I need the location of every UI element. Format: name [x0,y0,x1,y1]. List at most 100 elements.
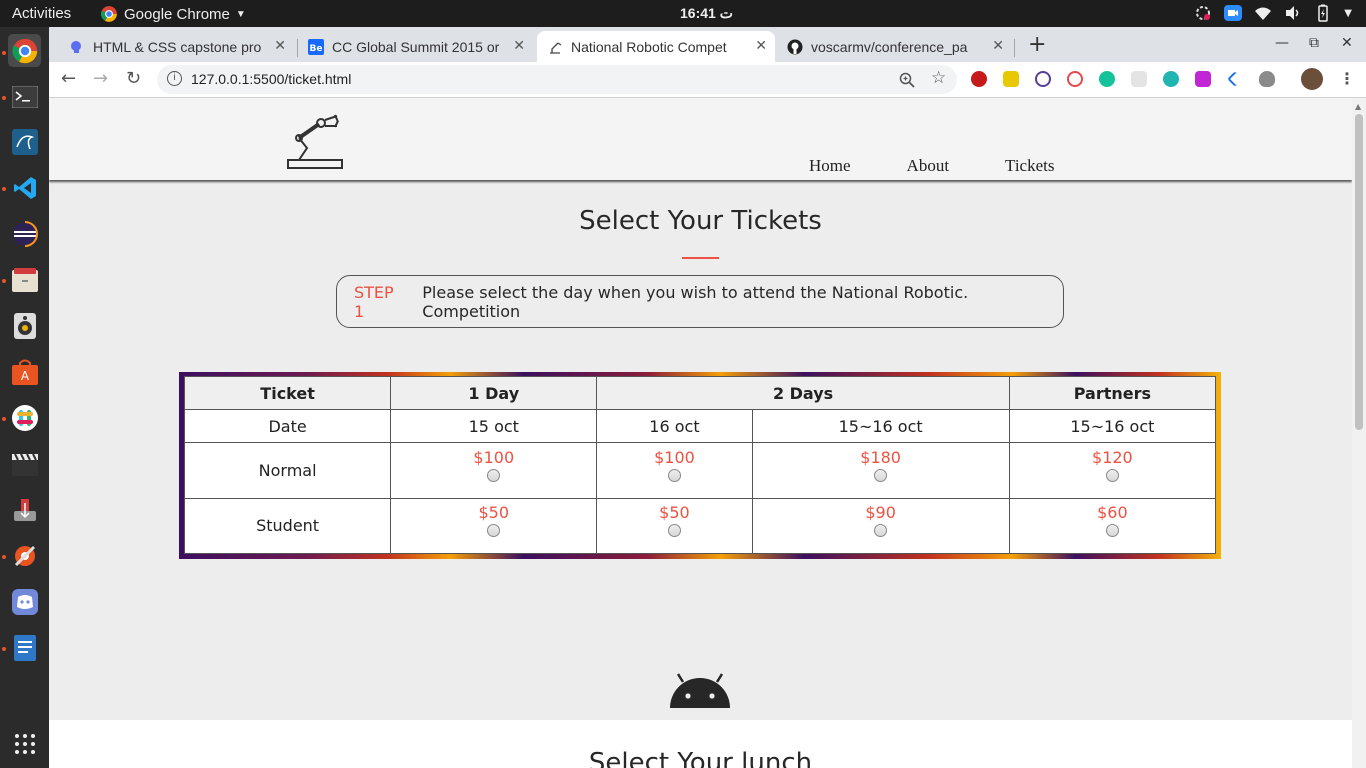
ticket-radio[interactable] [1105,524,1119,538]
activities-button[interactable]: Activities [12,5,71,22]
price-value: $50 [478,503,510,523]
dock-usb-creator[interactable] [8,493,41,526]
chrome-menu-icon[interactable]: ⋮ [1339,69,1355,88]
power-menu-chevron-icon[interactable]: ▼ [1344,8,1352,19]
bookmark-star-icon[interactable]: ☆ [931,68,946,88]
dock-software-center[interactable]: A [8,355,41,388]
extension-yellow-icon[interactable] [1003,71,1019,87]
browser-tab-active[interactable]: National Robotic Compet ✕ [537,31,775,62]
scrollbar-thumb[interactable] [1355,114,1363,430]
wifi-icon[interactable] [1254,4,1272,22]
extension-grid-icon[interactable] [1131,71,1147,87]
document-icon [13,634,36,661]
browser-tab[interactable]: voscarmv/conference_pa ✕ [777,31,1012,62]
nav-tickets-link[interactable]: Tickets [1005,156,1054,176]
app-menu[interactable]: Google Chrome ▼ [100,5,246,23]
zoom-icon[interactable] [899,72,915,88]
adblock-icon[interactable] [971,71,987,87]
extension-red-ring-icon[interactable] [1067,71,1083,87]
price-cell[interactable]: $100 [596,442,753,499]
zoom-tray-icon[interactable] [1224,4,1243,22]
dock-text-editor[interactable] [8,631,41,664]
browser-tab[interactable]: Be CC Global Summit 2015 or ✕ [298,31,533,62]
robot-arm-logo-icon[interactable] [285,112,345,172]
price-cell[interactable]: $90 [751,497,1010,555]
price-cell[interactable]: $60 [1008,497,1217,555]
usb-installer-icon [13,498,36,521]
extension-purple-icon[interactable] [1195,71,1211,87]
ticket-radio[interactable] [667,469,681,483]
nav-about-link[interactable]: About [907,156,950,176]
site-info-icon[interactable]: i [167,71,182,86]
dock-chrome[interactable] [8,34,41,67]
forward-arrow-icon[interactable]: → [93,68,108,89]
price-cell[interactable]: $50 [596,497,753,555]
minimize-button[interactable]: — [1275,35,1289,51]
table-row: Student $50 $50 $90 $60 [183,497,1217,555]
tools-icon [14,545,35,566]
profile-avatar[interactable] [1301,68,1323,90]
ticket-radio[interactable] [487,524,501,538]
back-arrow-icon[interactable]: ← [61,68,76,89]
ticket-radio[interactable] [1105,469,1119,483]
tab-separator [1014,39,1015,57]
close-tab-icon[interactable]: ✕ [992,37,1004,54]
dock-slack[interactable] [8,401,41,434]
price-cell[interactable]: $180 [751,442,1010,499]
dock-vscode[interactable] [8,171,41,204]
scroll-up-arrow-icon[interactable]: ▲ [1355,102,1361,111]
table-cell: 15~16 oct [751,409,1010,444]
restore-button[interactable]: ⧉ [1309,35,1319,51]
chrome-icon [11,38,37,63]
grammarly-icon[interactable] [1099,71,1115,87]
price-cell[interactable]: $120 [1008,442,1217,499]
title-underline [682,257,719,259]
ticket-radio[interactable] [667,524,681,538]
clock[interactable]: 16:41 ت [680,5,733,22]
close-tab-icon[interactable]: ✕ [513,37,525,54]
tab-title: CC Global Summit 2015 or [332,38,500,55]
table-row: Normal $100 $100 $180 $120 [183,442,1217,499]
browser-tab[interactable]: HTML & CSS capstone pro ✕ [59,31,294,62]
ticket-radio[interactable] [874,469,888,483]
close-tab-icon[interactable]: ✕ [274,37,286,54]
table-cell: 16 oct [596,409,753,444]
tab-title: voscarmv/conference_pa [811,38,968,55]
block-extension-icon[interactable] [1035,71,1051,87]
dock-rhythmbox[interactable] [8,309,41,342]
ticket-radio[interactable] [487,469,501,483]
nav-home-link[interactable]: Home [809,156,851,176]
price-cell[interactable]: $50 [390,497,598,555]
bug-icon[interactable] [1259,71,1275,87]
extension-teal-icon[interactable] [1163,71,1179,87]
system-tray[interactable]: ▼ [1194,4,1352,22]
dock-terminal[interactable] [8,80,41,113]
price-value: $120 [1092,448,1133,468]
page-scrollbar[interactable]: ▲ [1352,98,1366,768]
dock-video-editor[interactable] [8,447,41,480]
mysql-workbench-icon [11,128,38,155]
close-tab-icon[interactable]: ✕ [755,37,767,54]
show-applications-button[interactable] [8,727,41,760]
main-navigation: Home About Tickets [809,156,1055,176]
volume-icon[interactable] [1284,4,1302,22]
dock-settings-tool[interactable] [8,539,41,572]
running-indicator [2,279,6,283]
reload-icon[interactable]: ↻ [126,68,141,89]
new-tab-button[interactable]: + [1028,32,1046,57]
extension-arrow-icon[interactable] [1227,71,1243,87]
row-label: Normal [183,442,392,499]
dock-eclipse[interactable] [8,217,41,250]
battery-icon[interactable] [1314,4,1332,22]
address-bar[interactable]: i 127.0.0.1:5500/ticket.html ☆ [157,65,957,94]
dock-discord[interactable] [8,585,41,618]
slack-tray-icon[interactable] [1194,4,1212,22]
table-cell: Date [183,409,392,444]
ticket-radio[interactable] [874,524,888,538]
close-window-button[interactable]: ✕ [1341,35,1353,51]
url-text[interactable]: 127.0.0.1:5500/ticket.html [191,71,351,87]
dock-mysql-workbench[interactable] [8,125,41,158]
dock-files[interactable] [8,263,41,296]
price-value: $90 [865,503,896,523]
price-cell[interactable]: $100 [390,442,598,499]
